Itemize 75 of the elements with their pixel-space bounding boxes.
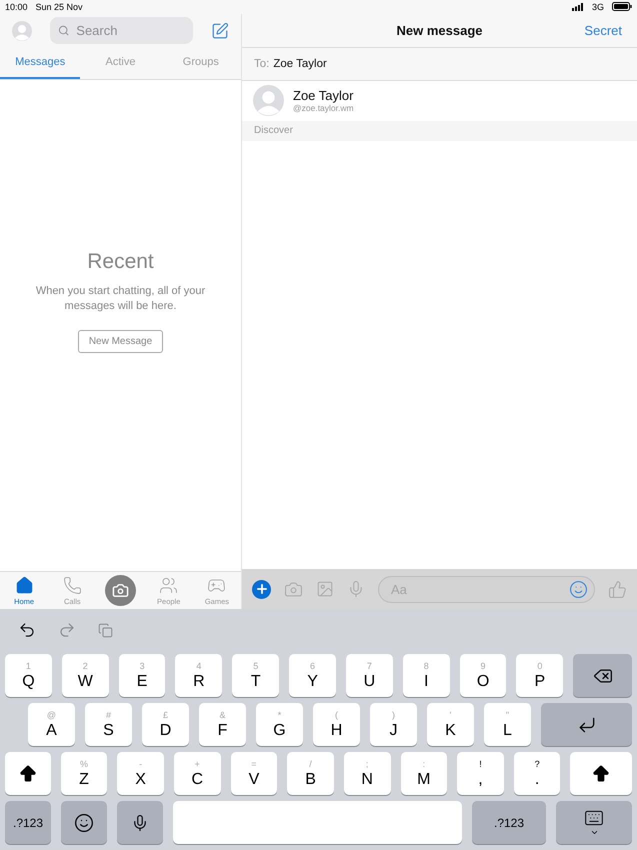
undo-icon[interactable] — [18, 621, 36, 640]
screen-title: New message — [396, 22, 482, 38]
letter-key[interactable]: + C — [174, 752, 221, 795]
tab[interactable]: Messages — [0, 48, 80, 79]
letter-key[interactable]: & F — [199, 703, 246, 746]
punctuation-key[interactable]: ? . — [514, 752, 560, 795]
letter-key[interactable]: £ D — [142, 703, 189, 746]
shift-key[interactable] — [570, 752, 632, 795]
letter-key[interactable]: % Z — [60, 752, 108, 795]
letter-key[interactable]: ) J — [370, 703, 417, 746]
copy-icon[interactable] — [98, 622, 113, 638]
letter-key[interactable]: ; N — [344, 752, 390, 795]
letter-key[interactable]: 8 I — [402, 654, 450, 697]
compose-icon[interactable] — [211, 22, 229, 40]
new-message-button[interactable]: New Message — [78, 330, 164, 353]
punctuation-key[interactable]: ! , — [457, 752, 504, 795]
letter-key[interactable]: @ A — [28, 703, 75, 746]
shift-icon — [18, 764, 38, 784]
recipient-field[interactable]: Zoe Taylor — [273, 58, 327, 70]
letter-key[interactable]: 3 E — [118, 654, 166, 697]
camera-icon — [112, 582, 129, 600]
empty-title: Recent — [87, 250, 154, 274]
contact-username: @zoe.taylor.wm — [293, 103, 354, 114]
keyboard-icon — [584, 808, 604, 828]
search-field[interactable]: Search — [50, 17, 193, 44]
hide-keyboard-key[interactable] — [556, 801, 632, 844]
letter-key[interactable]: 2 W — [62, 654, 109, 697]
empty-text: When you start chatting, all of your messages will be here. — [34, 284, 206, 314]
letter-key[interactable]: 5 T — [232, 654, 280, 697]
letter-key[interactable]: 7 U — [346, 654, 393, 697]
letter-key[interactable]: 1 Q — [5, 654, 52, 697]
plus-icon — [254, 582, 268, 596]
search-icon — [58, 24, 70, 38]
microphone-icon — [131, 814, 149, 832]
smiley-icon — [74, 812, 94, 832]
people-icon — [159, 576, 178, 595]
status-date: Sun 25 Nov — [36, 2, 83, 12]
numbers-key[interactable]: .?123 — [5, 801, 51, 844]
section-header: Discover — [242, 120, 637, 141]
letter-key[interactable]: / B — [287, 752, 334, 795]
letter-key[interactable]: ( H — [313, 703, 360, 746]
smiley-icon[interactable] — [569, 580, 588, 599]
avatar-icon — [12, 20, 32, 41]
avatar-icon — [253, 85, 284, 116]
letter-key[interactable]: 0 P — [516, 654, 564, 697]
redo-icon[interactable] — [58, 621, 76, 640]
battery-icon — [612, 2, 632, 12]
letter-key[interactable]: ' K — [427, 703, 474, 746]
letter-key[interactable]: 6 Y — [289, 654, 336, 697]
letter-key[interactable]: = V — [230, 752, 278, 795]
contact-name[interactable]: Zoe Taylor — [293, 88, 354, 104]
dictation-key[interactable] — [117, 801, 163, 844]
home-icon — [14, 576, 34, 595]
letter-key[interactable]: 9 O — [460, 654, 506, 697]
shift-key[interactable] — [5, 752, 51, 795]
numbers-key[interactable]: .?123 — [472, 801, 546, 844]
network-label: 3G — [592, 2, 604, 12]
letter-key[interactable]: * G — [256, 703, 303, 746]
signal-icon — [572, 2, 584, 11]
letter-key[interactable]: : M — [400, 752, 448, 795]
secret-link[interactable]: Secret — [584, 22, 622, 38]
status-time: 10:00 — [5, 2, 28, 12]
shift-icon — [591, 764, 612, 784]
emoji-key[interactable] — [61, 801, 107, 844]
chevron-down-icon — [590, 828, 598, 837]
camera-button[interactable] — [105, 575, 136, 606]
phone-icon — [62, 576, 82, 595]
letter-key[interactable]: 4 R — [175, 654, 222, 697]
add-button[interactable] — [252, 580, 271, 599]
backspace-key[interactable] — [573, 654, 632, 697]
letter-key[interactable]: " L — [484, 703, 531, 746]
letter-key[interactable]: # S — [85, 703, 132, 746]
thumbs-up-icon[interactable] — [608, 580, 627, 599]
to-label: To: — [254, 58, 270, 70]
letter-key[interactable]: - X — [117, 752, 164, 795]
